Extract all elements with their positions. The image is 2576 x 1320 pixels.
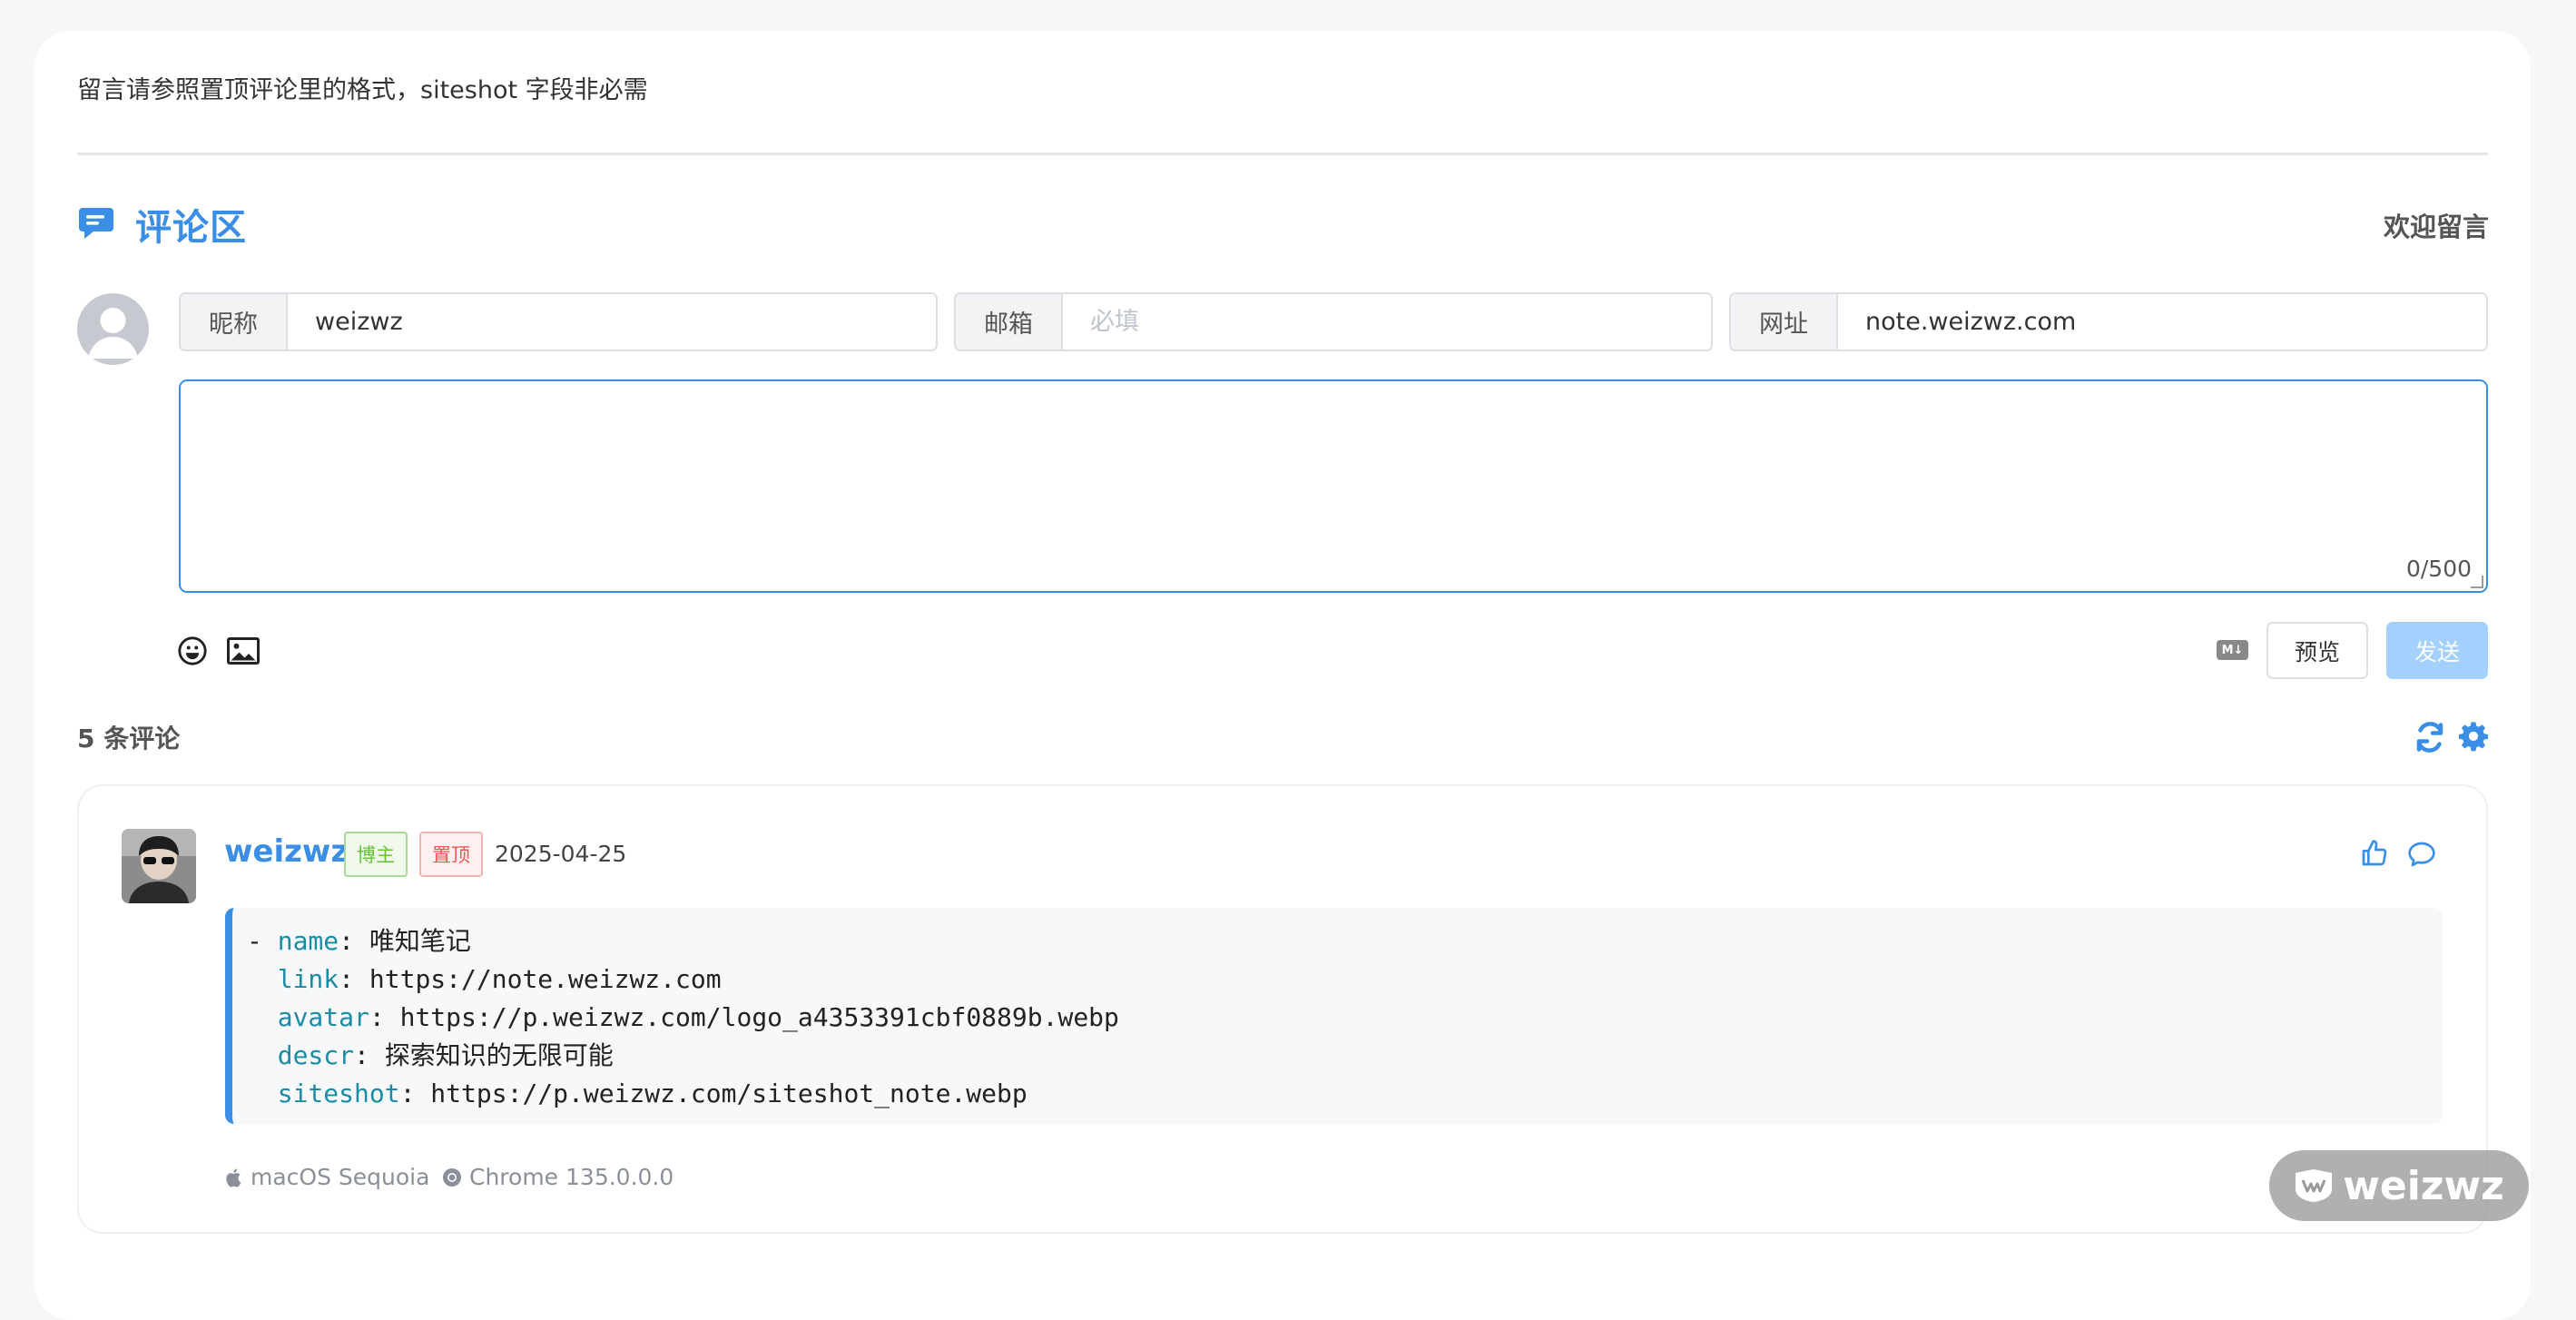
- content-line: siteshot: https://p.weizwz.com/siteshot_…: [277, 1079, 1027, 1108]
- preview-button[interactable]: 预览: [2266, 622, 2368, 679]
- watermark: weizwz: [2269, 1150, 2529, 1221]
- comment-count: 5 条评论: [77, 724, 181, 754]
- pinned-badge: 置顶: [419, 832, 483, 877]
- user-icon: [88, 308, 138, 359]
- avatar-image: [122, 829, 196, 903]
- content-line: descr: 探索知识的无限可能: [277, 1040, 614, 1070]
- apple-icon: [226, 1168, 241, 1187]
- content-line: - name: 唯知笔记: [247, 926, 471, 956]
- nick-input[interactable]: [288, 294, 936, 350]
- nick-field: 昵称: [179, 292, 938, 351]
- reply-icon[interactable]: [2407, 841, 2436, 868]
- link-input[interactable]: [1838, 294, 2486, 350]
- mail-label: 邮箱: [956, 294, 1063, 350]
- master-badge: 博主: [344, 832, 408, 877]
- comment-content: - name: 唯知笔记 link: https://note.weizwz.c…: [225, 908, 2443, 1124]
- logo-icon: [2296, 1169, 2333, 1202]
- welcome-text: 欢迎留言: [2383, 212, 2489, 242]
- notice-text: 留言请参照置顶评论里的格式，siteshot 字段非必需: [77, 76, 648, 104]
- word-count: 0/500: [2405, 556, 2472, 582]
- watermark-label: weizwz: [2343, 1162, 2504, 1209]
- resize-handle[interactable]: [2471, 576, 2483, 588]
- link-field: 网址: [1729, 292, 2488, 351]
- image-icon[interactable]: [227, 637, 260, 665]
- comment-icon: [79, 208, 113, 239]
- markdown-icon[interactable]: M↓: [2217, 640, 2248, 660]
- content-line: link: https://note.weizwz.com: [277, 964, 722, 994]
- nick-label: 昵称: [181, 294, 288, 350]
- browser-info: Chrome 135.0.0.0: [442, 1164, 673, 1190]
- mail-input[interactable]: [1063, 294, 1711, 350]
- refresh-icon[interactable]: [2414, 721, 2446, 754]
- default-avatar: [77, 293, 149, 365]
- content-line: avatar: https://p.weizwz.com/logo_a43533…: [277, 1002, 1119, 1032]
- gear-icon[interactable]: [2458, 721, 2489, 752]
- mail-field: 邮箱: [954, 292, 1713, 351]
- commenter-nick[interactable]: weizwz: [224, 833, 349, 870]
- send-button[interactable]: 发送: [2386, 622, 2488, 679]
- comment-date: 2025-04-25: [495, 841, 627, 867]
- thumbs-up-icon[interactable]: [2360, 839, 2389, 868]
- os-info: macOS Sequoia: [225, 1164, 429, 1190]
- link-label: 网址: [1731, 294, 1838, 350]
- browser-label: Chrome 135.0.0.0: [469, 1164, 674, 1190]
- divider: [77, 153, 2488, 155]
- commenter-avatar[interactable]: [122, 829, 196, 903]
- comments-title: 评论区: [135, 207, 247, 249]
- comments-header: 评论区: [77, 198, 247, 251]
- emoji-icon[interactable]: [177, 635, 208, 666]
- chrome-icon: [443, 1167, 461, 1187]
- os-label: macOS Sequoia: [251, 1164, 430, 1190]
- comment-textarea[interactable]: 0/500: [179, 379, 2488, 593]
